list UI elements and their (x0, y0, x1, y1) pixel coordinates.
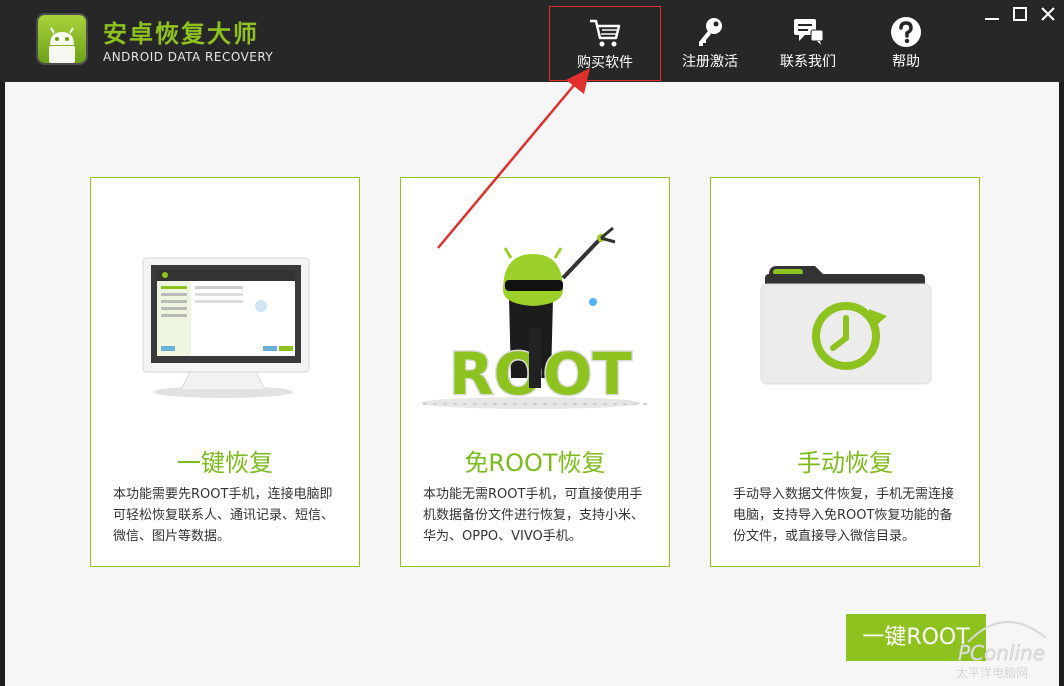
help-button[interactable]: 帮助 (850, 6, 962, 81)
app-title: 安卓恢复大师 (103, 20, 259, 48)
card-description: 本功能需要先ROOT手机，连接电脑即可轻松恢复联系人、通讯记录、短信、微信、图片… (113, 487, 335, 544)
contact-us-button[interactable]: 联系我们 (752, 6, 864, 81)
card-description: 手动导入数据文件恢复，手机无需连接电脑，支持导入免ROOT恢复功能的备份文件，或… (733, 487, 955, 544)
help-icon (891, 17, 921, 47)
minimize-icon[interactable] (982, 4, 1002, 24)
annotation-arrow (437, 68, 590, 249)
contact-us-label: 联系我们 (780, 54, 836, 70)
manual-recovery-card[interactable]: 手动恢复 手动导入数据文件恢复，手机无需连接电脑，支持导入免ROOT恢复功能的备… (710, 177, 980, 567)
android-logo (36, 13, 88, 65)
register-activate-button[interactable]: 注册激活 (654, 6, 766, 81)
card-description: 本功能无需ROOT手机，可直接使用手机数据备份文件进行恢复，支持小米、华为、OP… (423, 487, 645, 544)
maximize-icon[interactable] (1010, 4, 1030, 24)
card-title: 免ROOT恢复 (464, 449, 606, 477)
close-icon[interactable] (1038, 4, 1058, 24)
one-click-recovery-card[interactable]: 一键恢复 本功能需要先ROOT手机，连接电脑即可轻松恢复联系人、通讯记录、短信、… (90, 177, 360, 567)
watermark-brand: PConline (958, 641, 1045, 665)
card-title: 手动恢复 (797, 449, 893, 477)
app-subtitle: ANDROID DATA RECOVERY (103, 50, 274, 64)
pconline-watermark: PConline 太平洋电脑网 (956, 621, 1047, 680)
watermark-sub: 太平洋电脑网 (956, 665, 1028, 680)
monitor-illustration (142, 257, 310, 398)
key-icon (699, 18, 722, 46)
chat-icon (794, 19, 824, 45)
help-label: 帮助 (892, 54, 920, 70)
card-title: 一键恢复 (177, 449, 273, 477)
cart-icon (590, 19, 621, 47)
folder-restore-illustration (760, 266, 932, 385)
register-activate-label: 注册激活 (682, 54, 738, 70)
